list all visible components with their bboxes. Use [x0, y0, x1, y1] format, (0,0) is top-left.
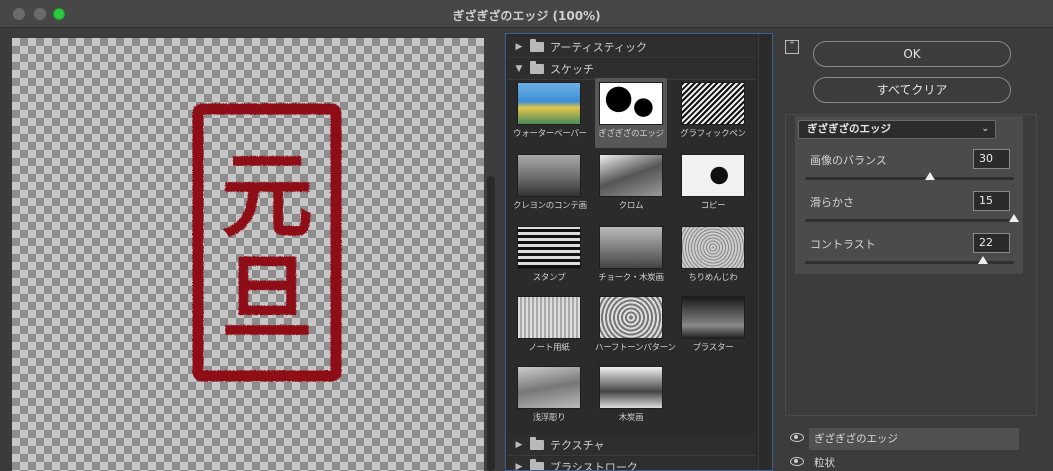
filter-thumbnail[interactable]: スタンプ — [513, 222, 585, 283]
filter-name: プラスター — [692, 343, 734, 353]
filter-name: クレヨンのコンテ画 — [513, 201, 587, 211]
filter-thumbnail[interactable]: ノート用紙 — [513, 292, 585, 353]
expand-arrow-icon: ▶ — [515, 462, 523, 471]
filter-thumbnail[interactable]: クレヨンのコンテ画 — [513, 150, 587, 211]
category-label: テクスチャ — [550, 439, 605, 452]
gallery-scrollbar[interactable] — [758, 34, 772, 470]
smoothness-slider[interactable] — [805, 219, 1014, 222]
folder-icon — [530, 61, 544, 74]
category-label: ブラシストローク — [550, 461, 638, 471]
category-brush-strokes[interactable]: ▶ ブラシストローク — [508, 457, 756, 471]
preview-scrollbar[interactable] — [484, 38, 498, 471]
filter-preview-image — [681, 154, 745, 197]
filter-name: チョーク・木炭画 — [598, 273, 664, 283]
param-label-balance: 画像のバランス — [810, 154, 887, 167]
window-title: ぎざぎざのエッジ (100%) — [452, 9, 601, 23]
filter-thumbnail[interactable]: クロム — [595, 150, 667, 211]
filter-thumbnail[interactable]: ハーフトーンパターン — [595, 292, 676, 353]
filter-name: グラフィックペン — [680, 129, 746, 139]
filter-thumbnail[interactable]: グラフィックペン — [677, 78, 749, 139]
filter-thumbnail[interactable]: ウォーターペーパー — [513, 78, 587, 139]
collapse-arrow-icon: ▼ — [515, 64, 523, 74]
filter-thumbnail[interactable]: プラスター — [677, 292, 749, 353]
filter-preview-image — [517, 226, 581, 269]
stamp-character: 元 — [221, 143, 313, 250]
filter-preview-image — [681, 82, 745, 125]
contrast-input[interactable]: 22 — [973, 233, 1010, 253]
filter-thumbnail[interactable]: チョーク・木炭画 — [595, 222, 667, 283]
eye-icon[interactable] — [790, 457, 804, 466]
filter-thumbnail[interactable]: ちりめんじわ — [677, 222, 749, 283]
filter-name: ぎざぎざのエッジ — [598, 129, 664, 139]
filter-thumbnail[interactable]: 浅浮彫り — [513, 362, 585, 423]
expand-arrow-icon: ▶ — [515, 42, 523, 52]
category-artistic[interactable]: ▶ アーティスティック — [508, 37, 756, 58]
effect-layer-name: 粒状 — [814, 457, 835, 469]
stamp-image: 元 旦 — [192, 103, 342, 382]
effect-layers: ぎざぎざのエッジ 粒状 — [785, 427, 1037, 471]
expand-arrow-icon: ▶ — [515, 440, 523, 450]
clear-all-button[interactable]: すべてクリア — [813, 77, 1011, 103]
filter-thumbnail[interactable]: 木炭画 — [595, 362, 667, 423]
filter-name: クロム — [618, 201, 644, 211]
balance-slider-knob[interactable] — [925, 172, 936, 180]
filter-name: 浅浮彫り — [532, 413, 566, 423]
filter-preview-image — [599, 366, 663, 409]
filter-name: スタンプ — [532, 273, 566, 283]
filter-preview-image — [517, 154, 581, 197]
filter-preview-image — [599, 154, 663, 197]
folder-icon — [530, 437, 544, 450]
filter-preview-image — [517, 366, 581, 409]
effect-layer[interactable]: 粒状 — [785, 452, 1037, 471]
filter-preview-image — [681, 296, 745, 339]
filter-gallery: ▶ アーティスティック ▼ スケッチ ウォーターペーパー ぎざぎざのエッジ グラフィ… — [505, 33, 773, 471]
smoothness-slider-knob[interactable] — [1009, 214, 1019, 222]
smoothness-input[interactable]: 15 — [973, 191, 1010, 211]
filter-preview-image — [517, 296, 581, 339]
image-preview[interactable]: 元 旦 — [12, 38, 484, 471]
preview-scroll-thumb[interactable] — [487, 176, 495, 471]
filter-preview-image — [681, 226, 745, 269]
balance-slider[interactable] — [805, 177, 1014, 180]
left-edge — [0, 28, 12, 471]
filter-thumbnail[interactable]: ぎざぎざのエッジ — [595, 78, 667, 148]
filter-name: 木炭画 — [618, 413, 644, 423]
filter-select[interactable]: ぎざぎざのエッジ ⌄ — [798, 120, 996, 139]
contrast-slider-knob[interactable] — [977, 256, 988, 264]
eye-icon[interactable] — [790, 433, 804, 442]
filter-select-value: ぎざぎざのエッジ — [807, 123, 891, 135]
filter-name: コピー — [700, 201, 726, 211]
stamp-character: 旦 — [221, 245, 313, 352]
filter-name: ノート用紙 — [528, 343, 570, 353]
filter-preview-image — [599, 296, 663, 339]
category-label: アーティスティック — [550, 41, 648, 54]
filter-name: ハーフトーンパターン — [595, 343, 676, 353]
category-label: スケッチ — [550, 63, 594, 76]
collapse-gallery-button[interactable]: ⌃ — [785, 40, 799, 54]
param-label-contrast: コントラスト — [810, 238, 876, 251]
chevron-down-icon: ⌄ — [981, 124, 989, 134]
filter-preview-image — [599, 82, 663, 125]
ok-button[interactable]: OK — [813, 41, 1011, 67]
param-label-smoothness: 滑らかさ — [810, 196, 854, 209]
effect-layer-name: ぎざぎざのエッジ — [809, 428, 1019, 450]
filter-preview-image — [599, 226, 663, 269]
balance-input[interactable]: 30 — [973, 149, 1010, 169]
folder-icon — [530, 459, 544, 470]
filter-thumbnail[interactable]: コピー — [677, 150, 749, 211]
filter-name: ウォーターペーパー — [513, 129, 587, 139]
category-sketch[interactable]: ▼ スケッチ — [508, 59, 756, 80]
title-bar: ぎざぎざのエッジ (100%) — [0, 0, 1053, 28]
filter-name: ちりめんじわ — [688, 273, 738, 283]
folder-icon — [530, 39, 544, 52]
filter-preview-image — [517, 82, 581, 125]
category-texture[interactable]: ▶ テクスチャ — [508, 435, 756, 456]
effect-layer[interactable]: ぎざぎざのエッジ — [785, 428, 1037, 450]
